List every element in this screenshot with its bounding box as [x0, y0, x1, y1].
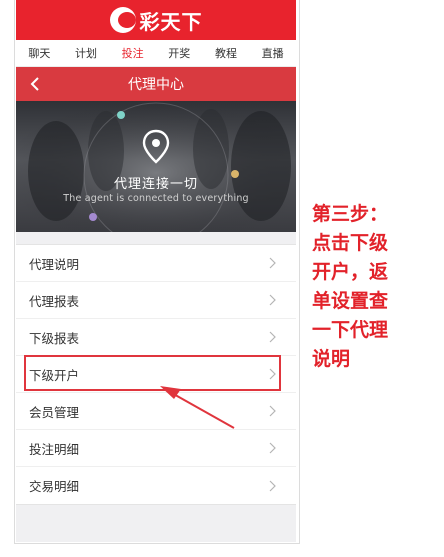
location-pin-icon — [142, 129, 170, 164]
instruction-annotation: 第三步： 点击下级 开户，返 单设置查 一下代理 说明 — [312, 200, 422, 374]
brand-header: 彩天下 — [16, 0, 296, 40]
chevron-right-icon — [269, 442, 276, 454]
annotation-line: 第三步： — [312, 203, 389, 225]
nav-item-bet[interactable]: 投注 — [122, 45, 144, 61]
annotation-line: 开户，返 — [312, 261, 389, 283]
menu-item-transaction-details[interactable]: 交易明细 — [16, 467, 296, 504]
menu-item-subordinate-account[interactable]: 下级开户 — [16, 356, 296, 393]
menu-item-label: 会员管理 — [29, 404, 80, 420]
nav-item-live[interactable]: 直播 — [262, 45, 284, 61]
chevron-right-icon — [269, 480, 276, 491]
chevron-right-icon — [269, 257, 276, 269]
menu-item-label: 下级报表 — [29, 330, 80, 346]
title-bar: 代理中心 — [16, 67, 296, 101]
menu-item-label: 投注明细 — [29, 441, 80, 457]
nav-item-draw[interactable]: 开奖 — [168, 45, 190, 61]
chevron-right-icon — [269, 294, 276, 306]
annotation-line: 点击下级 — [312, 232, 389, 254]
menu-item-agent-report[interactable]: 代理报表 — [16, 282, 296, 319]
menu-item-member-management[interactable]: 会员管理 — [16, 393, 296, 430]
page-title: 代理中心 — [128, 77, 184, 93]
nav-item-plan[interactable]: 计划 — [75, 45, 97, 61]
agent-banner: 代理连接一切 The agent is connected to everyth… — [16, 101, 296, 232]
banner-background — [16, 101, 296, 232]
chevron-right-icon — [269, 331, 276, 343]
chevron-left-icon[interactable] — [27, 75, 45, 93]
menu-item-label: 代理报表 — [29, 293, 80, 309]
agent-menu: 代理说明 代理报表 下级报表 下级开户 会员管理 投注明细 交易明细 — [16, 244, 296, 505]
menu-item-bet-details[interactable]: 投注明细 — [16, 430, 296, 467]
chevron-right-icon — [269, 368, 276, 380]
annotation-line: 说明 — [312, 348, 351, 370]
menu-item-agent-guide[interactable]: 代理说明 — [16, 245, 296, 282]
banner-subtitle: The agent is connected to everything — [63, 193, 249, 204]
menu-item-subordinate-report[interactable]: 下级报表 — [16, 319, 296, 356]
menu-item-label: 下级开户 — [29, 367, 80, 383]
nav-item-tutorial[interactable]: 教程 — [215, 45, 237, 61]
annotation-line: 一下代理 — [312, 319, 389, 341]
brand-name: 彩天下 — [139, 9, 203, 34]
banner-title: 代理连接一切 — [113, 177, 198, 192]
nav-item-chat[interactable]: 聊天 — [28, 45, 50, 61]
menu-item-label: 交易明细 — [29, 479, 80, 494]
top-nav: 聊天 计划 投注 开奖 教程 直播 — [16, 40, 296, 67]
menu-item-label: 代理说明 — [29, 256, 80, 272]
brand-logo-icon — [109, 7, 136, 33]
phone-screen: 彩天下 聊天 计划 投注 开奖 教程 直播 代理中心 代理连接一切 The ag… — [16, 0, 296, 542]
annotation-line: 单设置查 — [312, 290, 389, 312]
chevron-right-icon — [269, 405, 276, 417]
